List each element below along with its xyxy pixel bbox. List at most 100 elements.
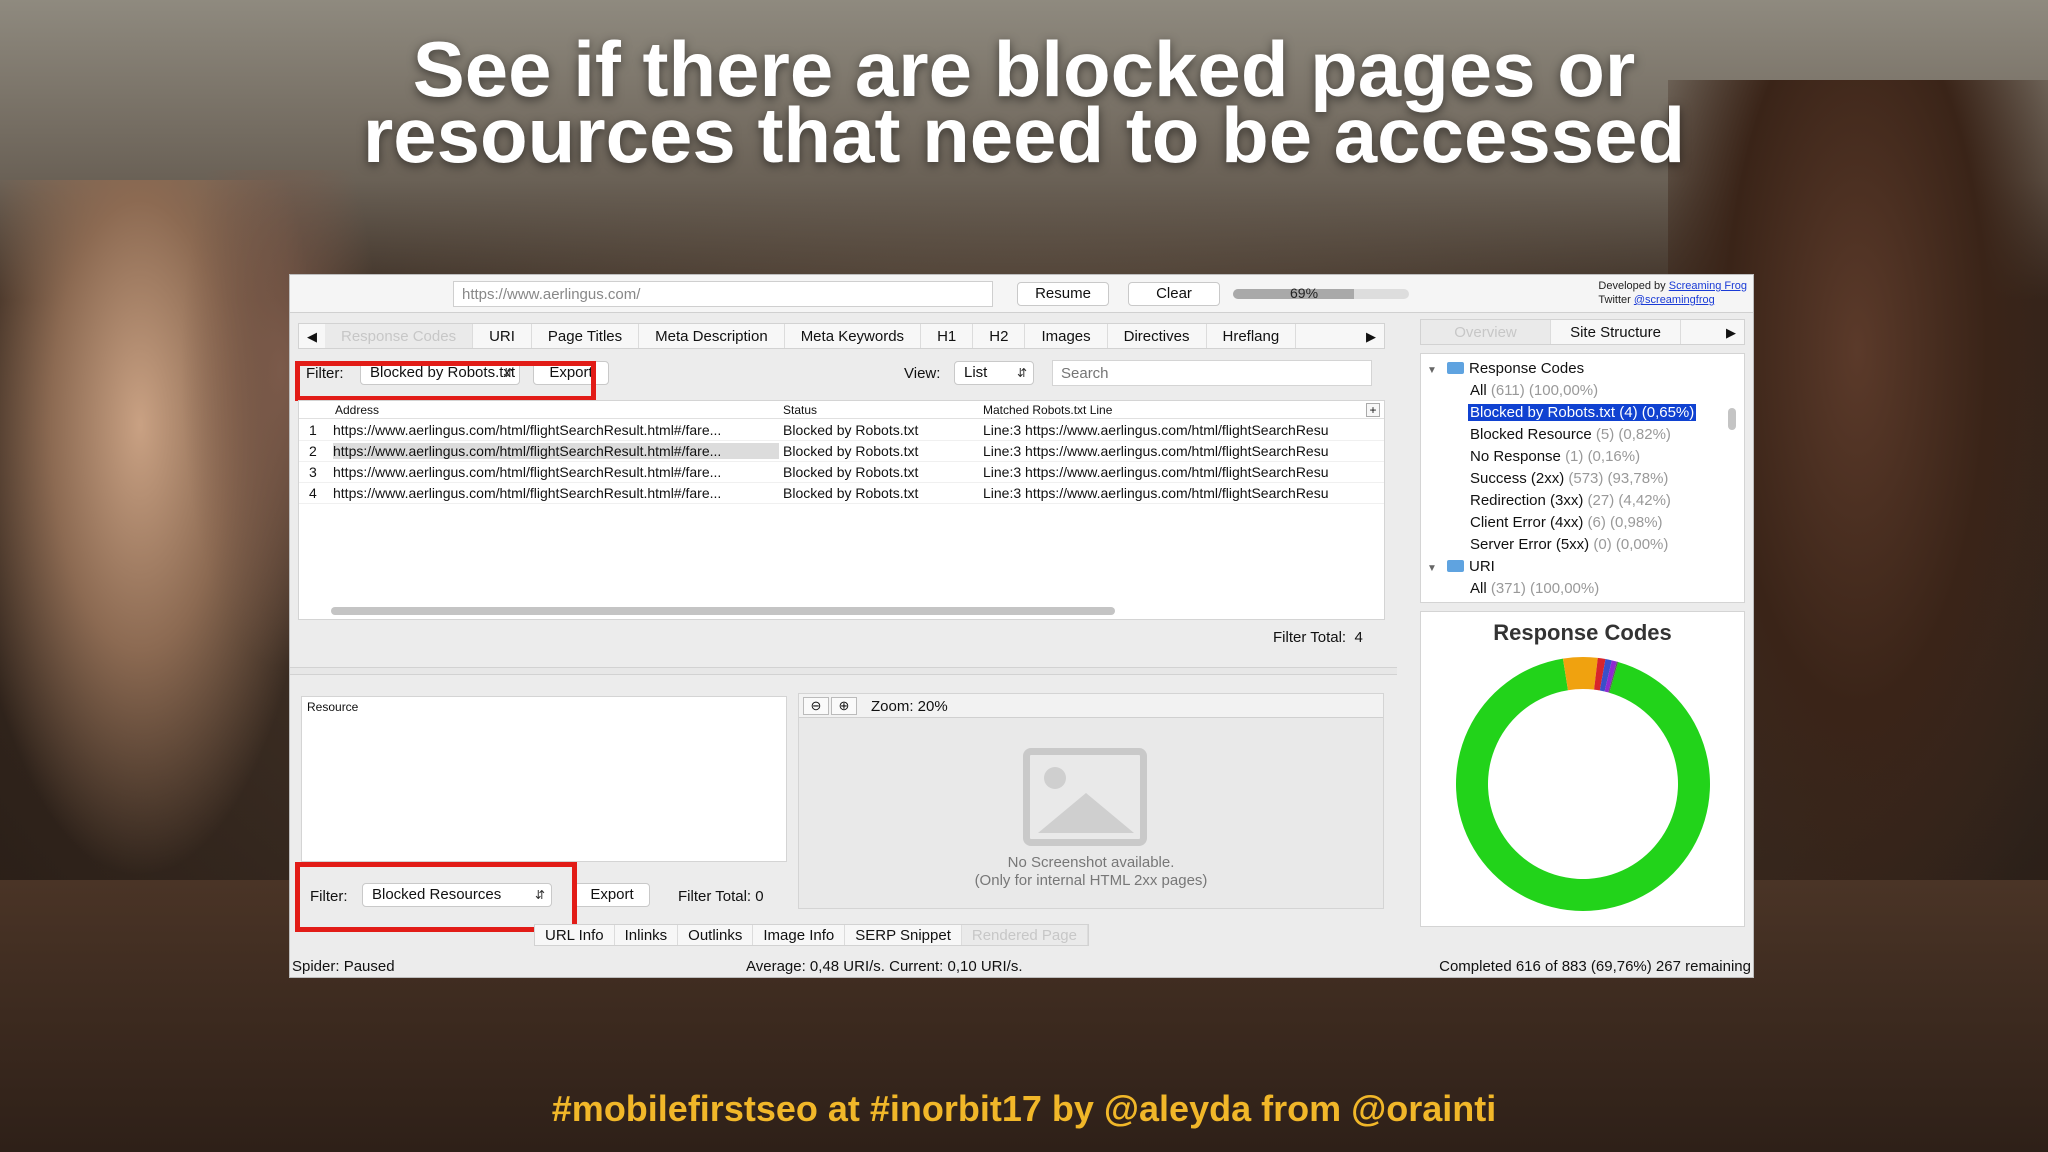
tree-item-server-error[interactable]: Server Error (5xx) (0) (0,00%) [1470, 536, 1668, 553]
lower-export-button[interactable]: Export [574, 883, 650, 907]
tree-count: (0) (0,00%) [1593, 536, 1669, 553]
row-address: https://www.aerlingus.com/html/flightSea… [333, 422, 722, 438]
row-address: https://www.aerlingus.com/html/flightSea… [333, 485, 722, 501]
clear-button[interactable]: Clear [1128, 282, 1220, 306]
no-screenshot-line-1: No Screenshot available. [1007, 854, 1175, 871]
crawl-rate: Average: 0,48 URI/s. Current: 0,10 URI/s… [746, 958, 1023, 975]
placeholder-mountain [1038, 793, 1134, 833]
resource-header: Resource [307, 700, 359, 714]
tabs-prev-icon[interactable]: ◀ [299, 324, 325, 349]
tab-site-structure[interactable]: Site Structure [1551, 320, 1681, 344]
right-tabs-next-icon[interactable]: ▶ [1718, 320, 1744, 345]
tree-item-client-error[interactable]: Client Error (4xx) (6) (0,98%) [1470, 514, 1663, 531]
tree-item-all[interactable]: All (611) (100,00%) [1470, 382, 1598, 399]
url-input[interactable] [453, 281, 993, 307]
tab-images[interactable]: Images [1025, 324, 1108, 348]
tree-count: (611) (100,00%) [1490, 382, 1599, 399]
tree-item-blocked-by-robots[interactable]: Blocked by Robots.txt (4) (0,65%) [1468, 404, 1697, 421]
table-row[interactable]: 3 https://www.aerlingus.com/html/flightS… [299, 462, 1384, 483]
right-tabbar: Overview Site Structure ▶ [1420, 319, 1745, 345]
tab-inlinks[interactable]: Inlinks [615, 925, 679, 945]
tab-overview[interactable]: Overview [1421, 320, 1551, 344]
tree-folder-uri[interactable]: ▼ URI [1427, 558, 1495, 575]
tab-serp-snippet[interactable]: SERP Snippet [845, 925, 962, 945]
tab-rendered-page[interactable]: Rendered Page [961, 925, 1088, 945]
column-matched-line[interactable]: Matched Robots.txt Line [983, 403, 1112, 417]
tree-count: (5) (0,82%) [1595, 426, 1671, 443]
table-row[interactable]: 1 https://www.aerlingus.com/html/flightS… [299, 420, 1384, 441]
zoom-in-icon[interactable]: ⊕ [831, 697, 857, 715]
slide-headline: See if there are blocked pages or resour… [0, 30, 2048, 179]
tab-page-titles[interactable]: Page Titles [532, 324, 640, 348]
tree-count: (1) (0,16%) [1565, 448, 1641, 465]
column-status[interactable]: Status [783, 403, 817, 417]
filter-total-value: 4 [1354, 629, 1363, 646]
results-table: Address Status Matched Robots.txt Line +… [298, 400, 1385, 620]
tabs-next-icon[interactable]: ▶ [1358, 324, 1384, 349]
view-select-value: List [964, 364, 988, 381]
donut-chart [1456, 657, 1710, 911]
developer-link[interactable]: Screaming Frog [1669, 280, 1747, 292]
tree-label: URI [1469, 558, 1495, 575]
table-row[interactable]: 4 https://www.aerlingus.com/html/flightS… [299, 483, 1384, 504]
tree-label: All [1470, 382, 1487, 399]
app-window: Resume Clear 69% Developed by Screaming … [289, 274, 1754, 978]
tab-directives[interactable]: Directives [1108, 324, 1207, 348]
toolbar: Resume Clear 69% Developed by Screaming … [290, 275, 1753, 313]
tree-label: Success (2xx) [1470, 470, 1565, 487]
response-codes-chart: Response Codes [1420, 611, 1745, 927]
tree-item-blocked-resource[interactable]: Blocked Resource (5) (0,82%) [1470, 426, 1671, 443]
headline-line-2: resources that need to be accessed [362, 91, 1686, 179]
tab-meta-keywords[interactable]: Meta Keywords [785, 324, 922, 348]
tree-expand-icon[interactable]: ▼ [1427, 563, 1439, 574]
tree-label: All [1470, 580, 1487, 597]
view-label: View: [904, 365, 941, 382]
tree-item-redirection[interactable]: Redirection (3xx) (27) (4,42%) [1470, 492, 1671, 509]
spider-status: Spider: Paused [292, 958, 395, 975]
tab-image-info[interactable]: Image Info [753, 925, 846, 945]
tree-item-uri-all[interactable]: All (371) (100,00%) [1470, 580, 1599, 597]
crawl-progress-bar [1233, 289, 1409, 299]
tree-count: (6) (0,98%) [1587, 514, 1663, 531]
row-address: https://www.aerlingus.com/html/flightSea… [333, 443, 779, 459]
zoom-bar: ⊖ ⊕ Zoom: 20% [799, 694, 1383, 718]
tree-item-no-response[interactable]: No Response (1) (0,16%) [1470, 448, 1640, 465]
view-select[interactable]: List ⇵ [954, 361, 1034, 385]
row-matched-line: Line:3 https://www.aerlingus.com/html/fl… [983, 422, 1329, 438]
tab-meta-description[interactable]: Meta Description [639, 324, 785, 348]
table-row[interactable]: 2 https://www.aerlingus.com/html/flightS… [299, 441, 1384, 462]
tree-expand-icon[interactable]: ▼ [1427, 365, 1439, 376]
tree-vertical-scrollbar[interactable] [1728, 408, 1736, 430]
tab-hreflang[interactable]: Hreflang [1207, 324, 1297, 348]
table-horizontal-scrollbar[interactable] [331, 607, 1115, 615]
resume-button[interactable]: Resume [1017, 282, 1109, 306]
twitter-prefix: Twitter [1598, 294, 1634, 306]
placeholder-sun [1044, 767, 1066, 789]
column-address[interactable]: Address [335, 403, 379, 417]
tree-label: Response Codes [1469, 360, 1585, 377]
no-screenshot-line-2: (Only for internal HTML 2xx pages) [974, 872, 1208, 889]
row-status: Blocked by Robots.txt [783, 422, 919, 438]
row-status: Blocked by Robots.txt [783, 443, 919, 459]
tree-count: (573) (93,78%) [1568, 470, 1669, 487]
search-input[interactable] [1052, 360, 1372, 386]
select-chevron-icon: ⇵ [1016, 366, 1027, 380]
tab-h2[interactable]: H2 [973, 324, 1026, 348]
row-number: 3 [309, 464, 317, 480]
row-status: Blocked by Robots.txt [783, 485, 919, 501]
tab-h1[interactable]: H1 [921, 324, 974, 348]
resource-panel: Resource [301, 696, 787, 862]
twitter-link[interactable]: @screamingfrog [1634, 294, 1715, 306]
row-address: https://www.aerlingus.com/html/flightSea… [333, 464, 722, 480]
tab-outlinks[interactable]: Outlinks [678, 925, 754, 945]
zoom-out-icon[interactable]: ⊖ [803, 697, 829, 715]
tree-item-success[interactable]: Success (2xx) (573) (93,78%) [1470, 470, 1668, 487]
tab-url-info[interactable]: URL Info [535, 925, 615, 945]
main-tabbar: ◀ Response Codes URI Page Titles Meta De… [298, 323, 1385, 349]
tab-uri[interactable]: URI [473, 324, 532, 348]
tree-folder-response-codes[interactable]: ▼ Response Codes [1427, 360, 1584, 377]
add-column-icon[interactable]: + [1366, 403, 1380, 417]
row-matched-line: Line:3 https://www.aerlingus.com/html/fl… [983, 485, 1329, 501]
panel-splitter[interactable] [290, 667, 1397, 675]
tab-response-codes[interactable]: Response Codes [325, 324, 474, 348]
